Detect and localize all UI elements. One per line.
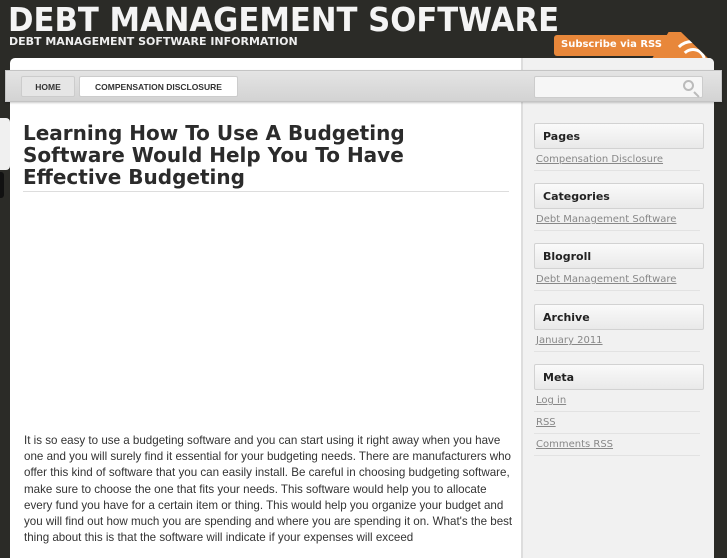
widget-archive: Archive January 2011 [534, 304, 704, 352]
site-title[interactable]: DEBT MANAGEMENT SOFTWARE [8, 0, 559, 39]
sidebar-link[interactable]: Debt Management Software [534, 269, 700, 291]
post-body: It is so easy to use a budgeting softwar… [24, 434, 513, 545]
post-title[interactable]: Learning How To Use A Budgeting Software… [23, 122, 503, 188]
sidebar-link-rss[interactable]: RSS [534, 412, 700, 434]
search-input[interactable] [534, 76, 703, 98]
divider [23, 191, 509, 192]
side-tab-dark[interactable] [0, 172, 4, 198]
nav-home[interactable]: HOME [21, 76, 75, 97]
widget-title: Pages [534, 123, 704, 149]
widget-categories: Categories Debt Management Software [534, 183, 704, 231]
sidebar-link-login[interactable]: Log in [534, 390, 700, 412]
sidebar-link-comments-rss[interactable]: Comments RSS [534, 434, 700, 456]
subscribe-rss-button[interactable]: Subscribe via RSS [554, 35, 670, 56]
nav-bar: HOME COMPENSATION DISCLOSURE [5, 70, 722, 102]
site-tagline: DEBT MANAGEMENT SOFTWARE INFORMATION [9, 35, 298, 48]
search-icon[interactable] [683, 80, 694, 91]
widget-pages: Pages Compensation Disclosure [534, 123, 704, 171]
widget-title: Archive [534, 304, 704, 330]
sidebar-link[interactable]: Debt Management Software [534, 209, 700, 231]
nav-compensation-disclosure[interactable]: COMPENSATION DISCLOSURE [79, 76, 238, 97]
sidebar-link[interactable]: January 2011 [534, 330, 700, 352]
widget-blogroll: Blogroll Debt Management Software [534, 243, 704, 291]
widget-title: Meta [534, 364, 704, 390]
sidebar-link[interactable]: Compensation Disclosure [534, 149, 700, 171]
widget-title: Categories [534, 183, 704, 209]
widget-title: Blogroll [534, 243, 704, 269]
widget-meta: Meta Log in RSS Comments RSS [534, 364, 704, 456]
side-tab[interactable] [0, 118, 10, 170]
